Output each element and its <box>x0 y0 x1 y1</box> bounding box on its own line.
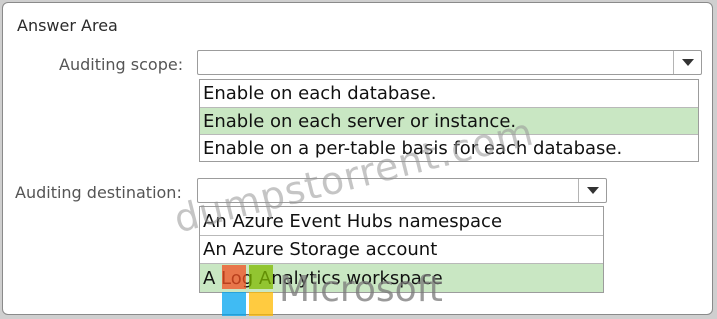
option-label: A Log Analytics workspace <box>203 267 443 289</box>
auditing-destination-option[interactable]: An Azure Storage account <box>200 235 603 263</box>
option-label: An Azure Storage account <box>203 239 438 260</box>
auditing-scope-option[interactable]: Enable on each database. <box>200 80 698 107</box>
logo-square-yellow <box>249 292 273 316</box>
option-label: Enable on a per-table basis for each dat… <box>203 137 623 159</box>
auditing-destination-label: Auditing destination: <box>15 183 182 202</box>
auditing-destination-dropdown[interactable] <box>197 178 607 203</box>
auditing-scope-options: Enable on each database. Enable on each … <box>199 79 699 162</box>
chevron-down-icon[interactable] <box>578 179 606 202</box>
auditing-scope-option[interactable]: Enable on a per-table basis for each dat… <box>200 134 698 161</box>
option-label: An Azure Event Hubs namespace <box>203 210 503 232</box>
chevron-down-icon[interactable] <box>673 51 701 74</box>
auditing-destination-option-selected[interactable]: A Log Analytics workspace <box>200 263 603 292</box>
answer-area-panel: Answer Area Auditing scope: Enable on ea… <box>2 2 713 316</box>
auditing-scope-label: Auditing scope: <box>59 55 184 74</box>
auditing-scope-option-selected[interactable]: Enable on each server or instance. <box>200 107 698 134</box>
auditing-destination-option[interactable]: An Azure Event Hubs namespace <box>200 207 603 235</box>
logo-square-blue <box>222 292 246 316</box>
option-label: Enable on each database. <box>203 83 437 104</box>
auditing-destination-options: An Azure Event Hubs namespace An Azure S… <box>199 206 604 293</box>
option-label: Enable on each server or instance. <box>203 110 517 132</box>
auditing-scope-dropdown[interactable] <box>197 50 702 75</box>
answer-area-title: Answer Area <box>17 16 118 35</box>
